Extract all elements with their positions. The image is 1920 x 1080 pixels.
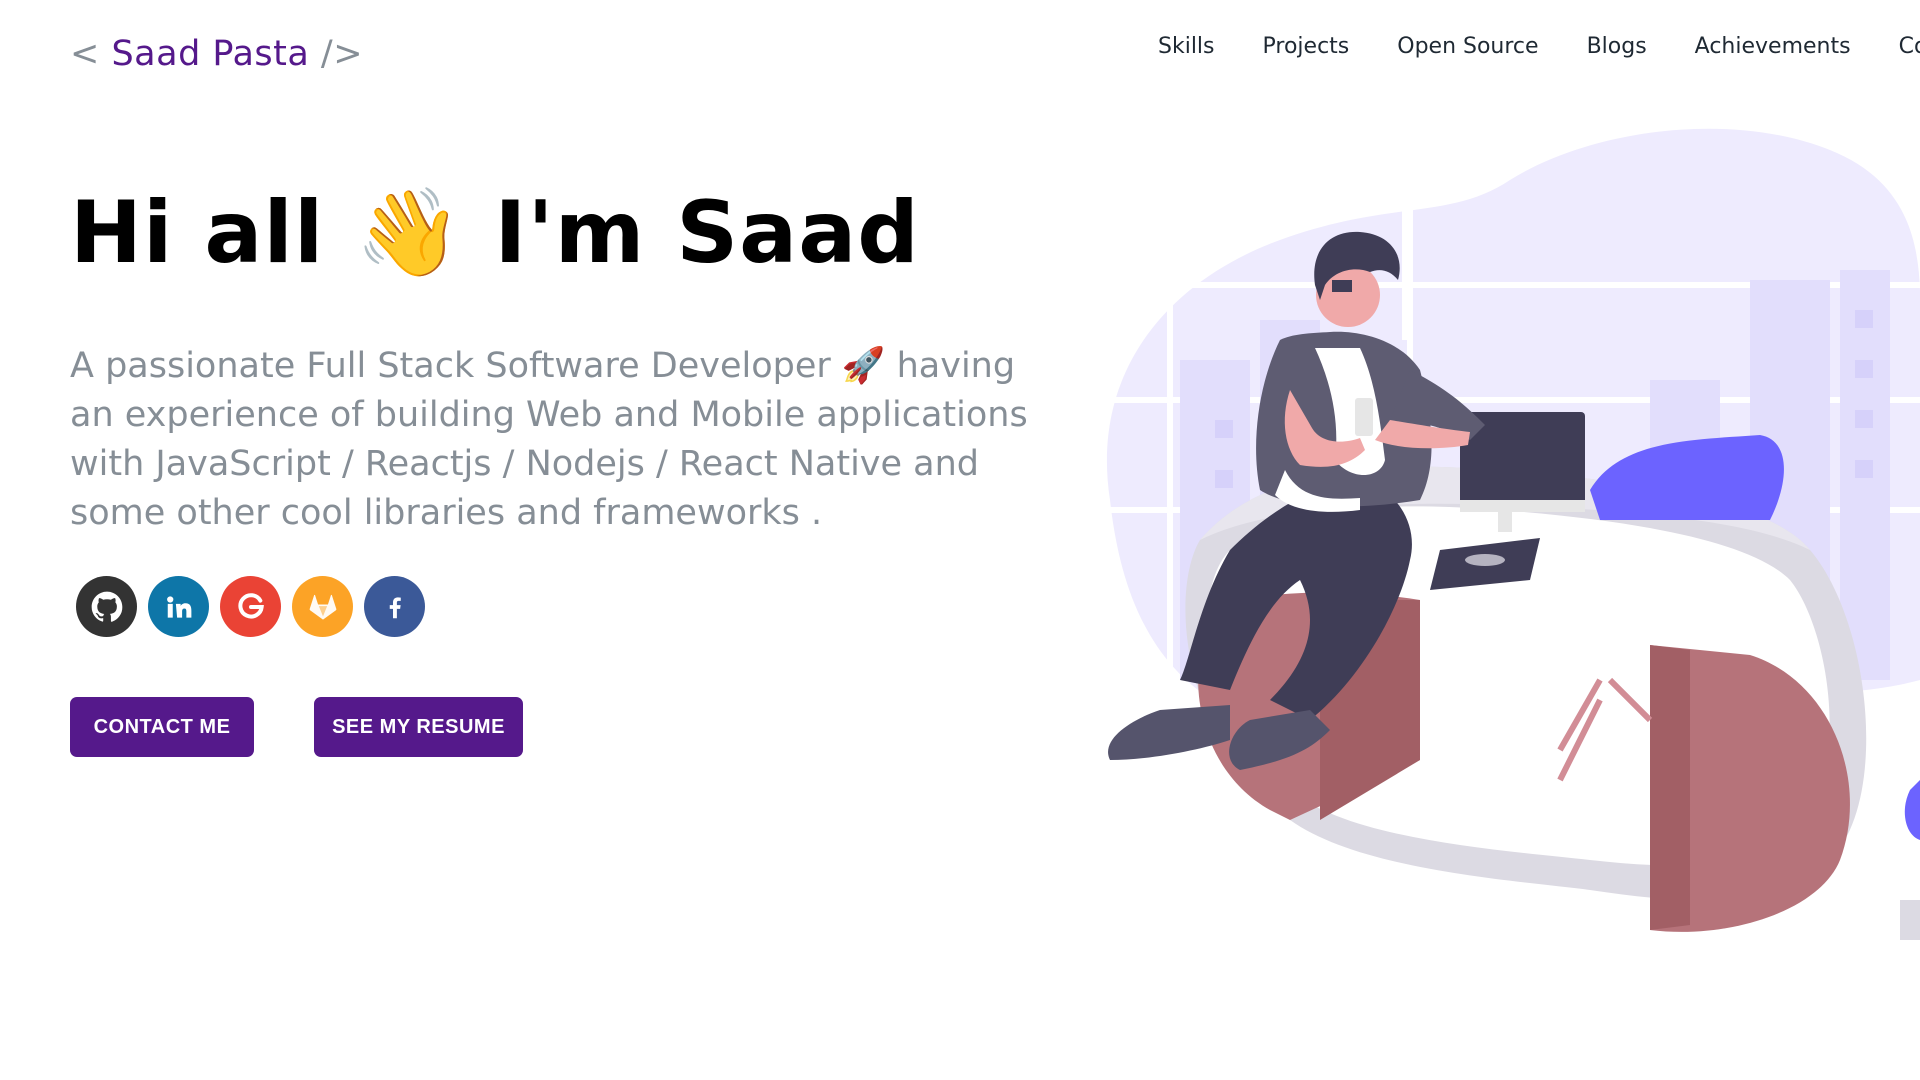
greeting-heading: Hi all 👋 I'm Saad (70, 182, 920, 283)
greeting-post: I'm Saad (463, 183, 920, 283)
nav-achievements[interactable]: Achievements (1695, 34, 1851, 59)
social-links (76, 576, 436, 637)
hero-subtitle: A passionate Full Stack Software Develop… (70, 346, 1028, 533)
wave-emoji-icon: 👋 (355, 183, 464, 283)
google-icon[interactable] (220, 576, 281, 637)
github-icon[interactable] (76, 576, 137, 637)
linkedin-icon[interactable] (148, 576, 209, 637)
plant (1904, 780, 1920, 840)
gitlab-icon[interactable] (292, 576, 353, 637)
logo[interactable]: < Saad Pasta /> (70, 34, 363, 74)
nav-contact-me[interactable]: Contact Me (1899, 34, 1920, 59)
phone (1355, 398, 1373, 436)
logo-name: Saad Pasta (111, 34, 310, 74)
nav-projects[interactable]: Projects (1263, 34, 1350, 59)
nav-blogs[interactable]: Blogs (1587, 34, 1647, 59)
nav-open-source[interactable]: Open Source (1397, 34, 1538, 59)
developer-illustration (1070, 120, 1920, 940)
contact-me-button[interactable]: CONTACT ME (70, 697, 254, 757)
shoe-left (1108, 705, 1230, 760)
logo-close: /> (309, 34, 364, 74)
see-my-resume-button[interactable]: SEE MY RESUME (314, 697, 523, 757)
main-nav: Skills Projects Open Source Blogs Achiev… (1158, 34, 1920, 59)
greeting-pre: Hi all (70, 183, 356, 283)
logo-open: < (70, 34, 112, 74)
facebook-icon[interactable] (364, 576, 425, 637)
page: < Saad Pasta /> Skills Projects Open Sou… (0, 0, 1920, 1080)
nav-skills[interactable]: Skills (1158, 34, 1215, 59)
